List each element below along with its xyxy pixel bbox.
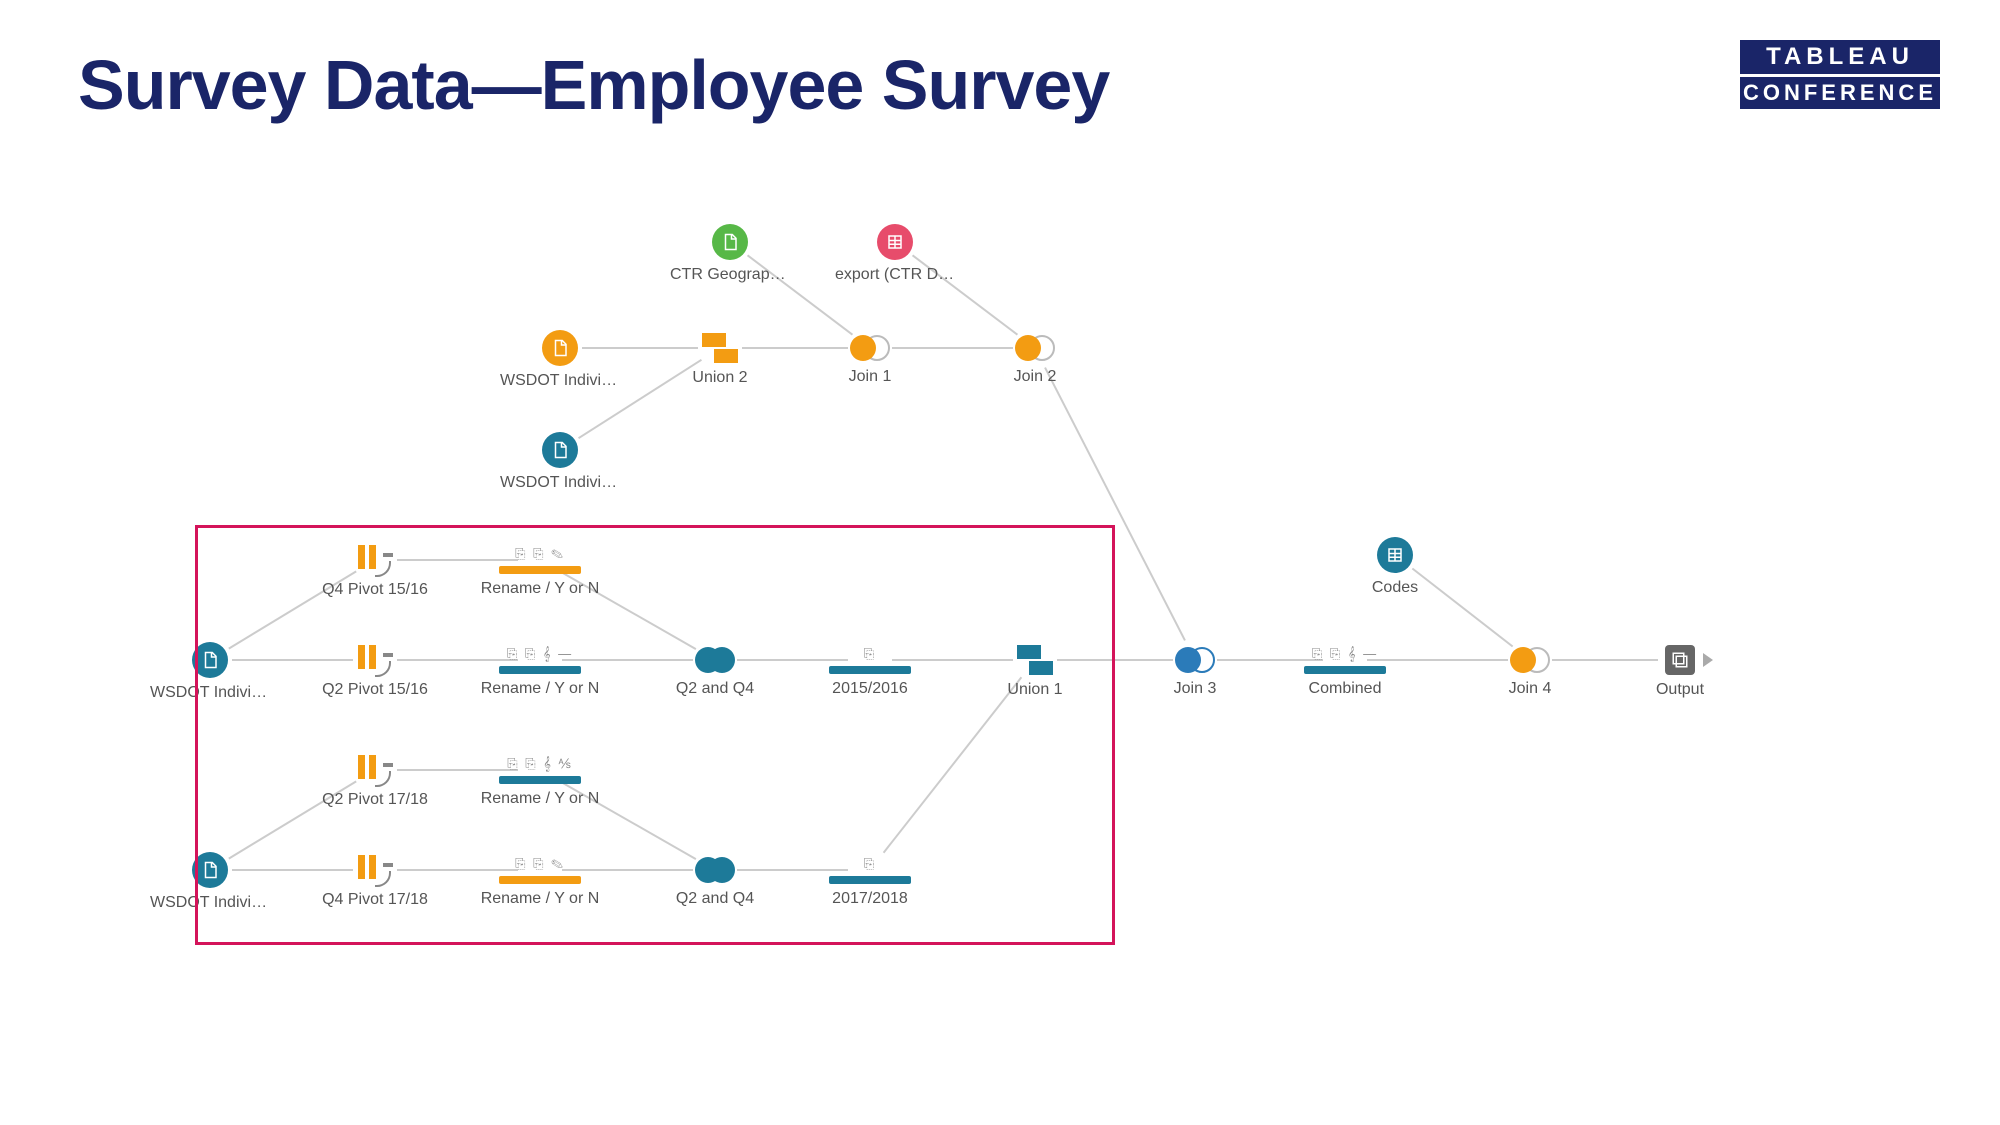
- node-join3[interactable]: Join 3: [1135, 646, 1255, 698]
- node-export_ctr[interactable]: export (CTR Dat..: [835, 224, 955, 284]
- node-label: Join 3: [1135, 680, 1255, 698]
- node-label: Combined: [1285, 680, 1405, 698]
- node-wsdot_top2[interactable]: WSDOT Individu..: [500, 432, 620, 492]
- node-wsdot_top1[interactable]: WSDOT Individu..: [500, 330, 620, 390]
- node-combined[interactable]: ⎘ ⎘ 𝄞 — Combined: [1285, 646, 1405, 698]
- node-join4[interactable]: Join 4: [1470, 646, 1590, 698]
- node-label: Join 4: [1470, 680, 1590, 698]
- play-icon: [1703, 653, 1713, 667]
- clean-step-icons: ⎘ ⎘ 𝄞 —: [1285, 646, 1405, 662]
- node-label: CTR Geographic..: [670, 266, 790, 284]
- node-join2[interactable]: Join 2: [975, 334, 1095, 386]
- join-icon: [1015, 334, 1055, 362]
- node-label: export (CTR Dat..: [835, 266, 955, 284]
- node-label: WSDOT Individu..: [500, 474, 620, 492]
- node-label: WSDOT Individu..: [500, 372, 620, 390]
- join-icon: [1175, 646, 1215, 674]
- document-icon: [712, 224, 748, 260]
- node-label: Union 2: [660, 369, 780, 387]
- node-label: Join 1: [810, 368, 930, 386]
- node-label: Join 2: [975, 368, 1095, 386]
- document-icon: [542, 432, 578, 468]
- clean-bar: [1304, 666, 1386, 674]
- node-codes[interactable]: Codes: [1335, 537, 1455, 597]
- node-union2[interactable]: Union 2: [660, 333, 780, 387]
- union-icon: [702, 333, 738, 363]
- join-icon: [1510, 646, 1550, 674]
- output-icon: [1665, 645, 1695, 675]
- node-join1[interactable]: Join 1: [810, 334, 930, 386]
- node-ctr_geo[interactable]: CTR Geographic..: [670, 224, 790, 284]
- join-icon: [850, 334, 890, 362]
- highlight-box: [195, 525, 1115, 945]
- table-icon: [1377, 537, 1413, 573]
- node-output[interactable]: Output: [1620, 645, 1740, 699]
- node-label: Codes: [1335, 579, 1455, 597]
- node-label: Output: [1620, 681, 1740, 699]
- table-icon: [877, 224, 913, 260]
- document-icon: [542, 330, 578, 366]
